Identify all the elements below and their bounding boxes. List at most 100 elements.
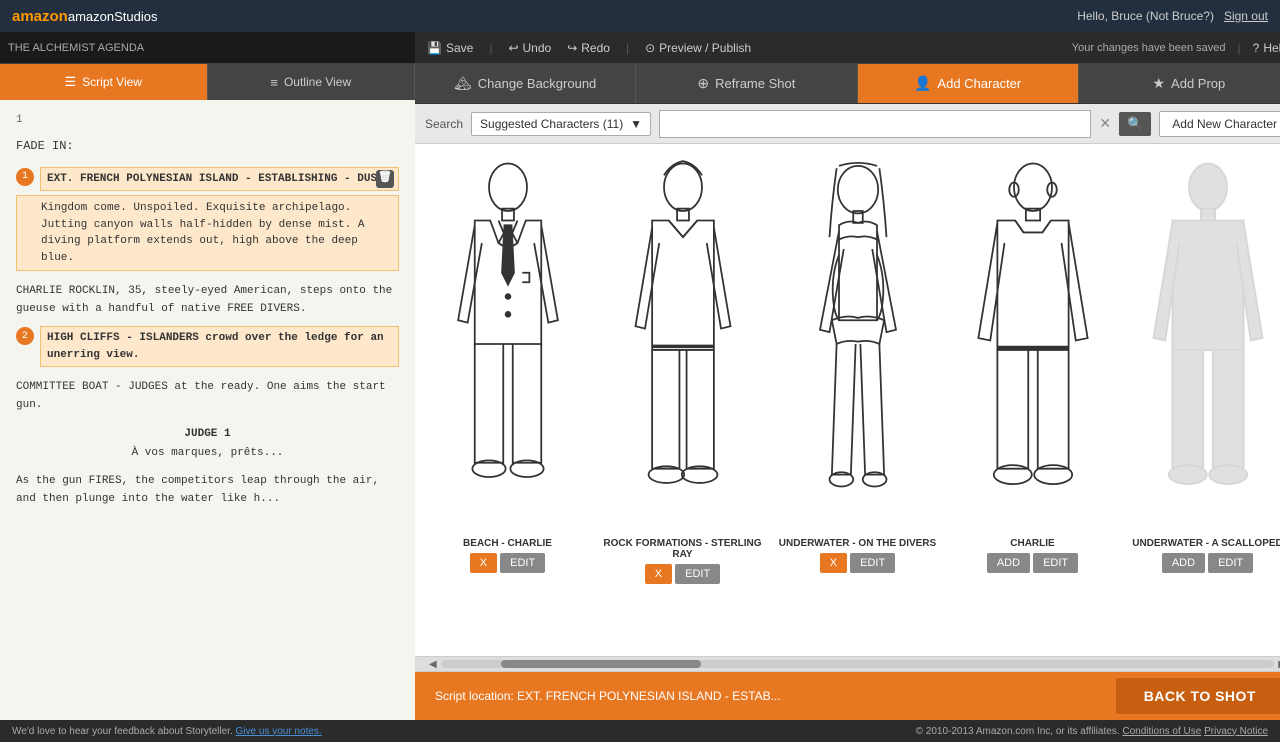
char-name-beach-charlie: BEACH - CHARLIE <box>463 538 552 549</box>
char-edit-button-underwater-scalloped[interactable]: EDIT <box>1208 553 1253 573</box>
action-text-charlie: CHARLIE ROCKLIN, 35, steely-eyed America… <box>16 279 399 326</box>
char-edit-button-underwater-divers[interactable]: EDIT <box>850 553 895 573</box>
add-prop-label: Add Prop <box>1171 76 1225 91</box>
dropdown-chevron-icon: ▼ <box>630 117 642 131</box>
char-name-charlie: CHARLIE <box>1010 538 1054 549</box>
character-svg-bikini-female <box>778 154 938 534</box>
characters-area: BEACH - CHARLIE X EDIT <box>415 144 1280 656</box>
left-panel: THE ALCHEMIST AGENDA ☰ Script View ≡ Out… <box>0 32 415 720</box>
character-figure-underwater-divers <box>778 154 938 534</box>
add-char-label: Add Character <box>937 76 1021 91</box>
right-toolbar: 💾 Save | ↩ Undo ↪ Redo | ⊙ Preview / Pub… <box>415 32 1280 64</box>
scrollbar-row: ◀ ▶ <box>415 656 1280 672</box>
char-edit-button-charlie[interactable]: EDIT <box>1033 553 1078 573</box>
change-bg-icon: 🏔 <box>454 75 472 92</box>
tab-change-background[interactable]: 🏔 Change Background <box>415 64 636 103</box>
tab-add-prop[interactable]: ★ Add Prop <box>1079 64 1280 103</box>
char-remove-button-beach-charlie[interactable]: X <box>470 553 497 573</box>
redo-button[interactable]: ↪ Redo <box>567 41 610 55</box>
char-remove-button-underwater-divers[interactable]: X <box>820 553 847 573</box>
scene-badge-2: 2 <box>16 327 34 345</box>
add-prop-icon: ★ <box>1152 75 1165 92</box>
left-tabs: ☰ Script View ≡ Outline View <box>0 64 415 100</box>
change-bg-label: Change Background <box>478 76 597 91</box>
sep3: | <box>1238 41 1241 55</box>
char-remove-button-rock-sterling[interactable]: X <box>645 564 672 584</box>
right-panel: 💾 Save | ↩ Undo ↪ Redo | ⊙ Preview / Pub… <box>415 32 1280 720</box>
sep2: | <box>626 41 629 55</box>
character-card-underwater-scalloped: UNDERWATER - A SCALLOPED ADD EDIT <box>1125 154 1280 656</box>
char-name-rock-sterling: ROCK FORMATIONS - STERLING RAY <box>600 538 765 560</box>
search-input[interactable] <box>659 110 1091 138</box>
privacy-notice-link[interactable]: Privacy Notice <box>1204 726 1268 737</box>
char-add-button-underwater-scalloped[interactable]: ADD <box>1162 553 1205 573</box>
character-card-beach-charlie: BEACH - CHARLIE X EDIT <box>425 154 590 656</box>
sign-out-link[interactable]: Sign out <box>1224 9 1268 23</box>
reframe-icon: ⊕ <box>697 75 709 92</box>
action-text-gun: As the gun FIRES, the competitors leap t… <box>16 469 399 516</box>
search-filter-dropdown[interactable]: Suggested Characters (11) ▼ <box>471 112 651 136</box>
amazon-studios-logo: amazonamazonStudios <box>12 8 157 25</box>
footer-copyright: © 2010-2013 Amazon.com Inc, or its affil… <box>916 726 1268 737</box>
scene-block-1: 1 EXT. FRENCH POLYNESIAN ISLAND - ESTABL… <box>16 167 399 272</box>
outline-view-icon: ≡ <box>270 75 278 90</box>
undo-button[interactable]: ↩ Undo <box>508 41 551 55</box>
tab-reframe-shot[interactable]: ⊕ Reframe Shot <box>636 64 857 103</box>
char-actions-underwater-scalloped: ADD EDIT <box>1162 553 1253 573</box>
action-block-1: Kingdom come. Unspoiled. Exquisite archi… <box>16 195 399 271</box>
add-char-icon: 👤 <box>914 75 931 92</box>
char-actions-rock-sterling: X EDIT <box>645 564 720 584</box>
char-add-button-charlie[interactable]: ADD <box>987 553 1030 573</box>
search-go-button[interactable]: 🔍 <box>1119 112 1151 136</box>
characters-scroll: BEACH - CHARLIE X EDIT <box>425 154 1280 656</box>
script-location: Script location: EXT. FRENCH POLYNESIAN … <box>435 689 781 703</box>
footer-feedback: We'd love to hear your feedback about St… <box>12 726 322 737</box>
char-actions-charlie: ADD EDIT <box>987 553 1078 573</box>
help-icon: ? <box>1253 41 1260 55</box>
horizontal-scrollbar-track[interactable] <box>441 660 1275 668</box>
tab-script-view[interactable]: ☰ Script View <box>0 64 208 100</box>
scene-sub-heading-row-1: 2 HIGH CLIFFS - ISLANDERS crowd over the… <box>16 326 399 367</box>
character-figure-rock-sterling <box>603 154 763 534</box>
conditions-of-use-link[interactable]: Conditions of Use <box>1122 726 1201 737</box>
project-title: THE ALCHEMIST AGENDA <box>8 42 144 54</box>
preview-publish-button[interactable]: ⊙ Preview / Publish <box>645 41 751 55</box>
search-bar: Search Suggested Characters (11) ▼ ✕ 🔍 A… <box>415 104 1280 144</box>
scene-sub-block-1: 2 HIGH CLIFFS - ISLANDERS crowd over the… <box>16 326 399 367</box>
add-new-character-button[interactable]: Add New Character <box>1159 111 1280 137</box>
topbar: amazonamazonStudios Hello, Bruce (Not Br… <box>0 0 1280 32</box>
outline-view-label: Outline View <box>284 75 351 89</box>
char-edit-button-rock-sterling[interactable]: EDIT <box>675 564 720 584</box>
user-info: Hello, Bruce (Not Bruce?) Sign out <box>1077 9 1268 23</box>
script-content: 1 FADE IN: 1 EXT. FRENCH POLYNESIAN ISLA… <box>0 100 415 720</box>
dialog-judge1: À vos marques, prêts... <box>16 445 399 462</box>
character-svg-suit-male <box>428 154 588 534</box>
preview-icon: ⊙ <box>645 41 655 55</box>
scroll-left-arrow[interactable]: ◀ <box>425 659 441 670</box>
script-view-label: Script View <box>82 75 142 89</box>
search-filter-value: Suggested Characters (11) <box>480 117 623 131</box>
help-button[interactable]: ? Help <box>1253 41 1280 55</box>
bottom-bar: Script location: EXT. FRENCH POLYNESIAN … <box>415 672 1280 720</box>
char-name-judge1: JUDGE 1 <box>16 426 399 443</box>
save-button[interactable]: 💾 Save <box>427 41 473 55</box>
tab-outline-view[interactable]: ≡ Outline View <box>208 64 416 100</box>
left-toolbar: THE ALCHEMIST AGENDA <box>0 32 415 64</box>
scene-heading-1: EXT. FRENCH POLYNESIAN ISLAND - ESTABLIS… <box>40 167 399 192</box>
scroll-right-arrow[interactable]: ▶ <box>1274 659 1280 670</box>
char-name-underwater-divers: UNDERWATER - ON THE DIVERS <box>779 538 936 549</box>
character-figure-beach-charlie <box>428 154 588 534</box>
feedback-link[interactable]: Give us your notes. <box>236 726 322 737</box>
right-tabs: 🏔 Change Background ⊕ Reframe Shot 👤 Add… <box>415 64 1280 104</box>
user-greeting: Hello, Bruce (Not Bruce?) <box>1077 9 1214 23</box>
search-clear-icon[interactable]: ✕ <box>1099 115 1111 132</box>
back-to-shot-button[interactable]: BACK TO SHOT <box>1116 678 1280 714</box>
tab-add-character[interactable]: 👤 Add Character <box>858 64 1079 103</box>
delete-scene-icon[interactable]: 🗑 <box>376 170 394 188</box>
horizontal-scrollbar-thumb[interactable] <box>501 660 701 668</box>
scene-sub-heading-1: HIGH CLIFFS - ISLANDERS crowd over the l… <box>40 326 399 367</box>
char-name-underwater-scalloped: UNDERWATER - A SCALLOPED <box>1132 538 1280 549</box>
char-edit-button-beach-charlie[interactable]: EDIT <box>500 553 545 573</box>
character-card-charlie: CHARLIE ADD EDIT <box>950 154 1115 656</box>
character-card-rock-sterling: ROCK FORMATIONS - STERLING RAY X EDIT <box>600 154 765 656</box>
